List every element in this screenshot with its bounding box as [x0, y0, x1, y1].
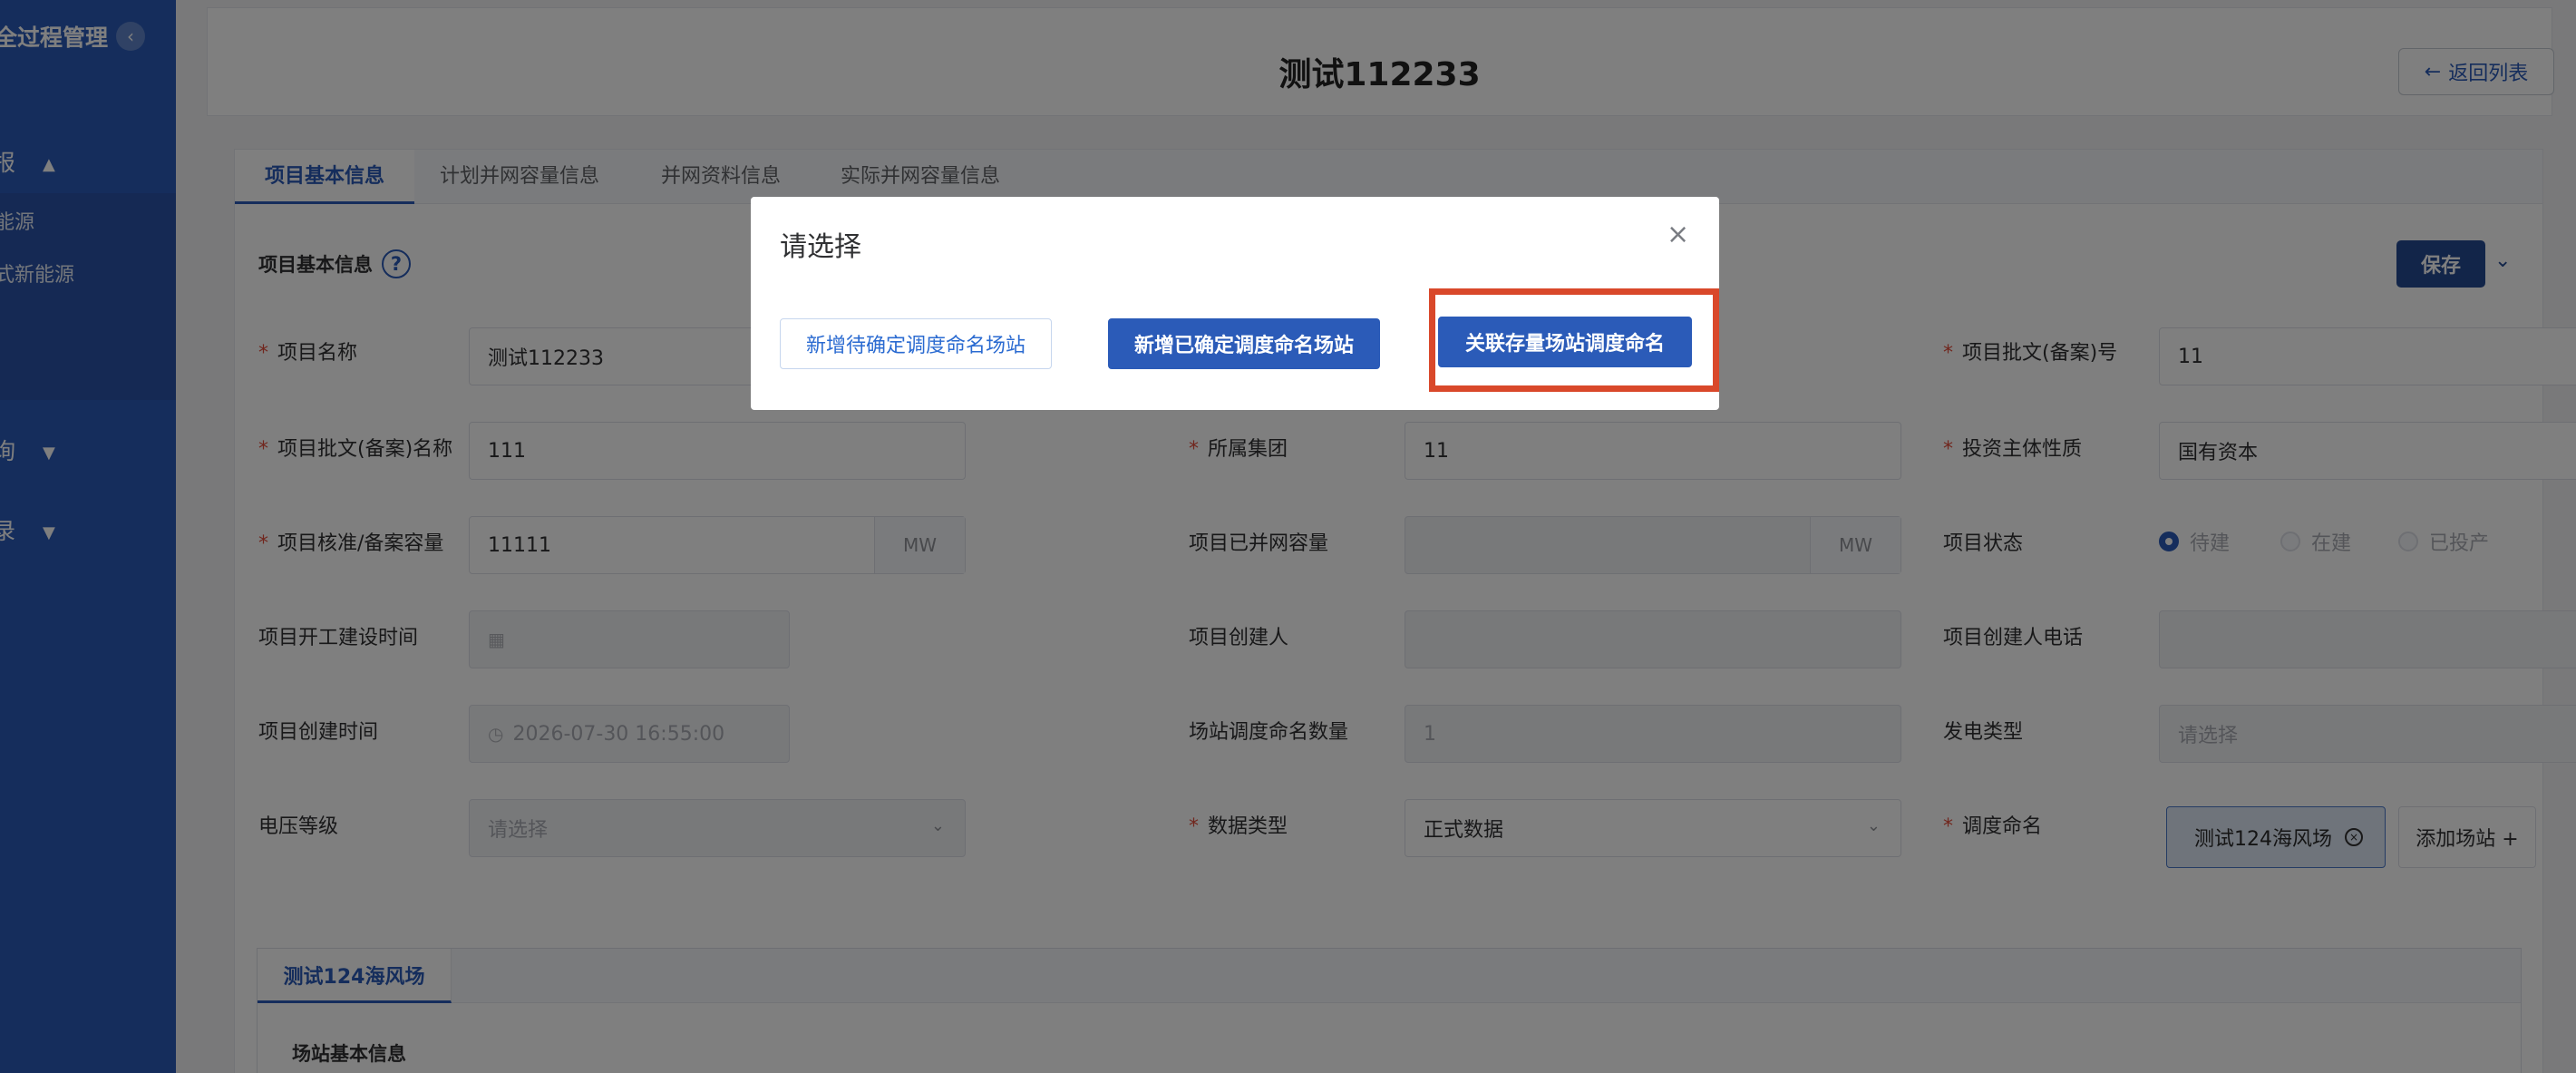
modal-overlay[interactable]	[0, 0, 2576, 1073]
highlight-annotation	[1429, 288, 1719, 392]
dialog-title: 请选择	[780, 231, 861, 263]
add-confirmed-station-button[interactable]: 新增已确定调度命名场站	[1108, 318, 1380, 369]
close-icon[interactable]: ×	[1667, 219, 1689, 250]
add-pending-station-button[interactable]: 新增待确定调度命名场站	[780, 318, 1052, 369]
